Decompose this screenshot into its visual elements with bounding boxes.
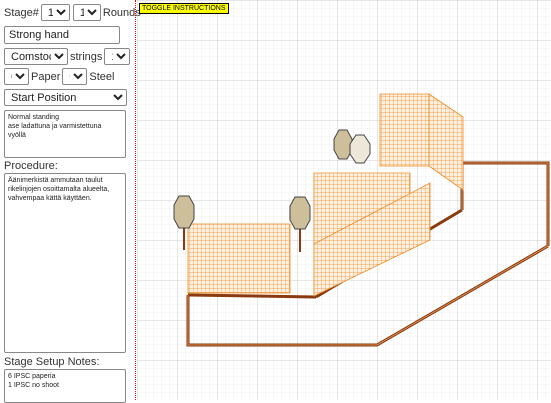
strings-label: strings [70, 50, 103, 63]
target-row: Comstock strings 1 [4, 48, 131, 65]
stage-name-input[interactable] [4, 26, 120, 44]
no-shoot-target [349, 134, 371, 164]
panel-divider [135, 0, 136, 400]
rounds-select[interactable]: 12 [72, 4, 101, 21]
setup-notes-label: Stage Setup Notes: [4, 356, 100, 368]
count-row: 6 Paper 0 Steel [4, 68, 116, 85]
stage-diagram[interactable] [137, 0, 551, 400]
procedure-label: Procedure: [4, 160, 58, 172]
procedure-textarea[interactable]: Äänimerkistä ammutaan taulut rikelinjoje… [4, 173, 126, 353]
paper-count-select[interactable]: 6 [4, 68, 29, 85]
steel-count-select[interactable]: 0 [62, 68, 88, 85]
steel-label: Steel [89, 70, 115, 83]
stage-label: Stage# [4, 6, 39, 19]
stage-number-select[interactable]: 1 [40, 4, 70, 21]
start-position-select[interactable]: Start Position [4, 89, 127, 106]
wall-top-left [379, 93, 430, 167]
strings-select[interactable]: 1 [104, 48, 131, 65]
stage-canvas[interactable]: TOGGLE INSTRUCTIONS [137, 0, 551, 400]
wall-bottom-left [187, 223, 291, 294]
toggle-instructions-button[interactable]: TOGGLE INSTRUCTIONS [139, 3, 229, 14]
target-top-left [333, 129, 353, 160]
stage-row: Stage# 1 12 Rounds [4, 4, 143, 21]
start-position-textarea[interactable]: Normal standing ase ladattuna ja varmist… [4, 110, 126, 158]
setup-panel: Stage# 1 12 Rounds Comstock strings 1 6 … [0, 0, 141, 403]
fault-line-top [187, 293, 317, 299]
setup-notes-textarea[interactable]: 6 IPSC paperia 1 IPSC no shoot [4, 369, 126, 403]
target-type-select[interactable]: Comstock [4, 48, 68, 65]
paper-label: Paper [31, 70, 61, 83]
